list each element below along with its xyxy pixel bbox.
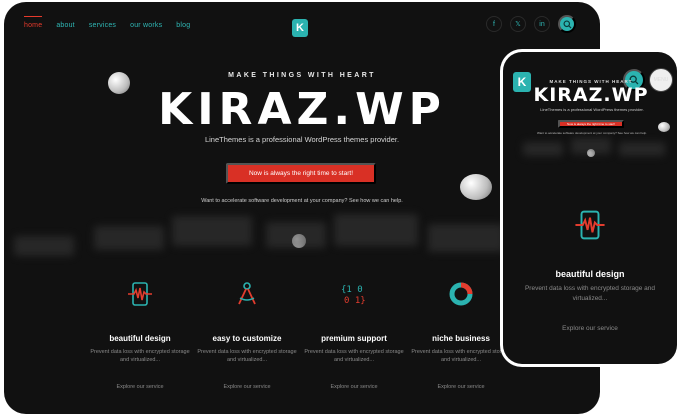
svg-text:0 1}: 0 1} (344, 296, 366, 306)
feature-card: beautiful design Prevent data loss with … (86, 272, 194, 390)
facebook-icon[interactable]: f (486, 16, 502, 32)
mobile-cta-button[interactable]: Now is always the right time to start! (558, 120, 624, 128)
mobile-hero-subtitle: LineThemes is a professional WordPress t… (540, 107, 644, 112)
x-twitter-icon[interactable]: 𝕏 (510, 16, 526, 32)
linkedin-icon[interactable]: in (534, 16, 550, 32)
nav-home[interactable]: home (24, 16, 43, 29)
nav-our-works[interactable]: our works (130, 22, 162, 29)
feature-card: {1 0 0 1} premium support Prevent data l… (300, 272, 408, 390)
feature-desc: Prevent data loss with encrypted storage… (411, 349, 511, 363)
mobile-decor-bubble (658, 122, 670, 132)
nav-services[interactable]: services (89, 22, 116, 29)
feature-title: easy to customize (212, 334, 282, 343)
feature-desc: Prevent data loss with encrypted storage… (197, 349, 297, 363)
feature-title: premium support (321, 334, 387, 343)
main-nav: home about services our works blog (24, 16, 190, 29)
gallery-thumb (523, 142, 563, 156)
feature-title: niche business (432, 334, 490, 343)
gallery-thumb (428, 224, 504, 252)
mobile-blurred-gallery (503, 134, 677, 164)
site-logo[interactable]: K (292, 19, 308, 37)
mobile-feature-icon-wrap (565, 200, 615, 260)
feature-desc: Prevent data loss with encrypted storage… (304, 349, 404, 363)
mobile-mockup: K MENU MAKE THINGS WITH HEART KIRAZ.WP L… (500, 49, 680, 367)
gallery-thumb (14, 236, 74, 256)
gallery-thumb (571, 138, 611, 154)
binary-code-icon: {1 0 0 1} (341, 285, 366, 306)
mobile-feature-desc: Prevent data loss with encrypted storage… (524, 285, 656, 302)
social-links: f 𝕏 in (486, 15, 576, 33)
svg-text:{1 0: {1 0 (341, 285, 363, 295)
mobile-logo[interactable]: K (513, 72, 531, 92)
explore-service-link[interactable]: Explore our service (300, 384, 408, 390)
gallery-thumb (172, 216, 252, 246)
mobile-feature-title: beautiful design (555, 269, 625, 279)
mobile-explore-service-link[interactable]: Explore our service (503, 325, 677, 332)
feature-icon-wrap: {1 0 0 1} (332, 272, 376, 322)
explore-service-link[interactable]: Explore our service (193, 384, 301, 390)
mobile-screen: K MENU MAKE THINGS WITH HEART KIRAZ.WP L… (503, 52, 677, 364)
gallery-thumb (266, 222, 326, 248)
gallery-thumb (619, 142, 665, 156)
mobile-menu-button[interactable]: MENU (649, 68, 673, 92)
feature-icon-wrap (118, 272, 162, 322)
nav-blog[interactable]: blog (176, 22, 190, 29)
compass-tool-icon (238, 282, 256, 305)
feature-card: easy to customize Prevent data loss with… (193, 272, 301, 390)
feature-title: beautiful design (109, 334, 171, 343)
phone-pulse-icon (128, 282, 152, 306)
search-icon (562, 19, 572, 29)
explore-service-link[interactable]: Explore our service (407, 384, 515, 390)
hero-cta-button[interactable]: Now is always the right time to start! (226, 163, 376, 184)
phone-pulse-icon (575, 210, 605, 240)
gallery-thumb (94, 226, 164, 250)
feature-desc: Prevent data loss with encrypted storage… (90, 349, 190, 363)
feature-icon-wrap (439, 272, 483, 322)
gallery-thumb (334, 214, 418, 246)
explore-service-link[interactable]: Explore our service (86, 384, 194, 390)
feature-card: niche business Prevent data loss with en… (407, 272, 515, 390)
search-button[interactable] (558, 15, 576, 33)
donut-chart-icon (449, 282, 473, 306)
mobile-hero-title: KIRAZ.WP (533, 84, 649, 106)
decor-bubble-right (460, 174, 492, 200)
nav-about[interactable]: about (56, 22, 75, 29)
feature-icon-wrap (225, 272, 269, 322)
